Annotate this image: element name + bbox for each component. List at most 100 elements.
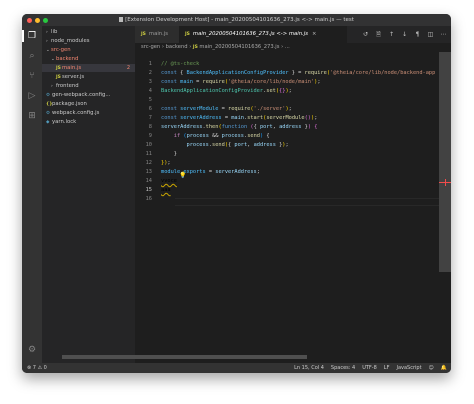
error-count: 7 (32, 365, 36, 371)
problems-indicator[interactable]: ⊗ 7 ⚠ 0 (27, 363, 47, 373)
breadcrumb-item[interactable]: backend (166, 44, 188, 50)
overview-ruler-cursor-mark (445, 179, 446, 186)
horizontal-scrollbar[interactable] (62, 355, 307, 359)
tree-folder[interactable]: › node_modules (42, 37, 135, 45)
code-token: port (234, 142, 248, 148)
open-file-icon[interactable]: 🗎 (375, 30, 382, 40)
code-line: 12}); (135, 159, 445, 167)
close-icon[interactable]: × (312, 31, 316, 37)
tree-file[interactable]: ⚙ webpack.config.js (42, 109, 135, 117)
code-token: function (221, 124, 248, 130)
indentation[interactable]: Spaces: 4 (331, 363, 355, 373)
previous-change-icon[interactable]: ↑ (388, 31, 395, 38)
code-line: 6 const serverModule = require('./server'… (135, 105, 445, 113)
code-token: const (161, 115, 177, 121)
code-token: { (176, 70, 187, 76)
code-token: then (205, 124, 219, 130)
line-number: 4 (148, 88, 152, 94)
code-token: = (218, 106, 229, 112)
split-editor-icon[interactable]: ◫ (427, 31, 434, 38)
code-token: address (253, 142, 276, 148)
code-token: main (180, 79, 193, 85)
debug-icon[interactable]: ▷ (26, 90, 38, 102)
vscode-window: [Extension Development Host] - main_2020… (22, 14, 451, 373)
code-line: 14 vvoce (135, 177, 445, 185)
tree-file[interactable]: JSserver.js (42, 73, 135, 81)
code-token: BackendApplicationConfigProvider (186, 70, 289, 76)
code-token: port (259, 124, 273, 130)
line-number: 8 (148, 124, 152, 130)
revert-icon[interactable]: ↺ (362, 31, 369, 38)
explorer-icon[interactable]: ❐ (22, 30, 38, 42)
tree-file[interactable]: ◆ yarn.lock (42, 118, 135, 126)
line-number: 11 (145, 151, 152, 157)
line-number: 10 (145, 142, 152, 148)
activity-bar: ❐ ⌕ ⑂ ▷ ⊞ ⚙ (22, 26, 42, 363)
tree-folder[interactable]: › frontend (42, 82, 135, 90)
code-token: { (263, 133, 270, 139)
end-of-line[interactable]: LF (384, 363, 390, 373)
bell-icon[interactable]: 🔔 (441, 363, 447, 373)
code-token: } (161, 151, 177, 157)
source-control-icon[interactable]: ⑂ (26, 70, 38, 82)
problem-badge: 2 (126, 65, 130, 71)
next-change-icon[interactable]: ↓ (401, 31, 408, 38)
more-actions-icon[interactable]: ⋯ (440, 31, 447, 38)
status-right: Ln 15, Col 4 Spaces: 4 UTF-8 LF JavaScri… (294, 363, 447, 373)
line-number: 7 (148, 115, 152, 121)
language-mode[interactable]: JavaScript (396, 363, 421, 373)
tree-item-label: frontend (56, 83, 79, 89)
line-number: 13 (145, 169, 152, 175)
tree-file[interactable]: JSmain.js 2 (42, 64, 135, 72)
cursor-position[interactable]: Ln 15, Col 4 (294, 363, 324, 373)
tree-item-label: src-gen (51, 47, 71, 53)
code-token: require (202, 79, 225, 85)
js-file-icon: JS (141, 32, 146, 37)
line-number: 15 (145, 187, 152, 193)
breadcrumb-item[interactable]: ... (285, 44, 290, 50)
code-token: ; (167, 160, 171, 166)
code-token: ; (256, 169, 260, 175)
code-token: const (161, 106, 177, 112)
status-bar: ⊗ 7 ⚠ 0 Ln 15, Col 4 Spaces: 4 UTF-8 LF … (22, 363, 451, 373)
tree-file[interactable]: {}package.json (42, 100, 135, 108)
code-token: send (212, 142, 225, 148)
line-number: 12 (145, 160, 152, 166)
line-number: 9 (148, 133, 152, 139)
tab-main-js[interactable]: JS main.js (135, 26, 179, 43)
vertical-scrollbar[interactable] (439, 52, 451, 272)
code-line: 13 module.exports = serverAddress; (135, 168, 445, 176)
code-token: = (205, 169, 216, 175)
tab-label: main_20200504101636_273.js <-> main.js (192, 31, 308, 37)
code-line: 16 (135, 195, 445, 203)
feedback-icon[interactable]: ☺ (429, 363, 434, 373)
tree-file[interactable]: ⚙ gen-webpack.config... (42, 91, 135, 99)
extensions-icon[interactable]: ⊞ (26, 110, 38, 122)
tree-item-label: package.json (52, 101, 87, 107)
warning-count: 0 (43, 365, 47, 371)
breadcrumb-item[interactable]: main_20200504101636_273.js (199, 44, 279, 50)
code-token: serverAddress (180, 115, 222, 121)
tree-folder[interactable]: ⌄backend (42, 55, 135, 63)
tree-folder[interactable]: ⌄src-gen (42, 46, 135, 54)
tree-folder[interactable]: › lib (42, 28, 135, 36)
code-token: send (247, 133, 260, 139)
code-token: address (279, 124, 302, 130)
search-icon[interactable]: ⌕ (26, 50, 38, 62)
tree-item-label: yarn.lock (52, 119, 77, 125)
line-number: 16 (145, 196, 152, 202)
encoding[interactable]: UTF-8 (362, 363, 377, 373)
title-bar: [Extension Development Host] - main_2020… (22, 14, 451, 26)
code-editor[interactable]: 💡 1// @ts-check 2 const { BackendApplicati… (135, 52, 451, 363)
breadcrumb-item[interactable]: src-gen (141, 44, 160, 50)
line-number: 2 (148, 70, 152, 76)
inline-view-icon[interactable]: ¶ (414, 31, 421, 38)
code-token: BackendApplicationConfigProvider (161, 88, 264, 94)
code-token: main (231, 115, 244, 121)
tree-item-label: lib (51, 29, 58, 35)
code-token: = (221, 115, 232, 121)
line-number: 5 (148, 97, 152, 103)
tab-diff-main-js[interactable]: JS main_20200504101636_273.js <-> main.js… (179, 26, 347, 43)
code-token: ; (314, 115, 318, 121)
gear-icon[interactable]: ⚙ (26, 344, 38, 356)
